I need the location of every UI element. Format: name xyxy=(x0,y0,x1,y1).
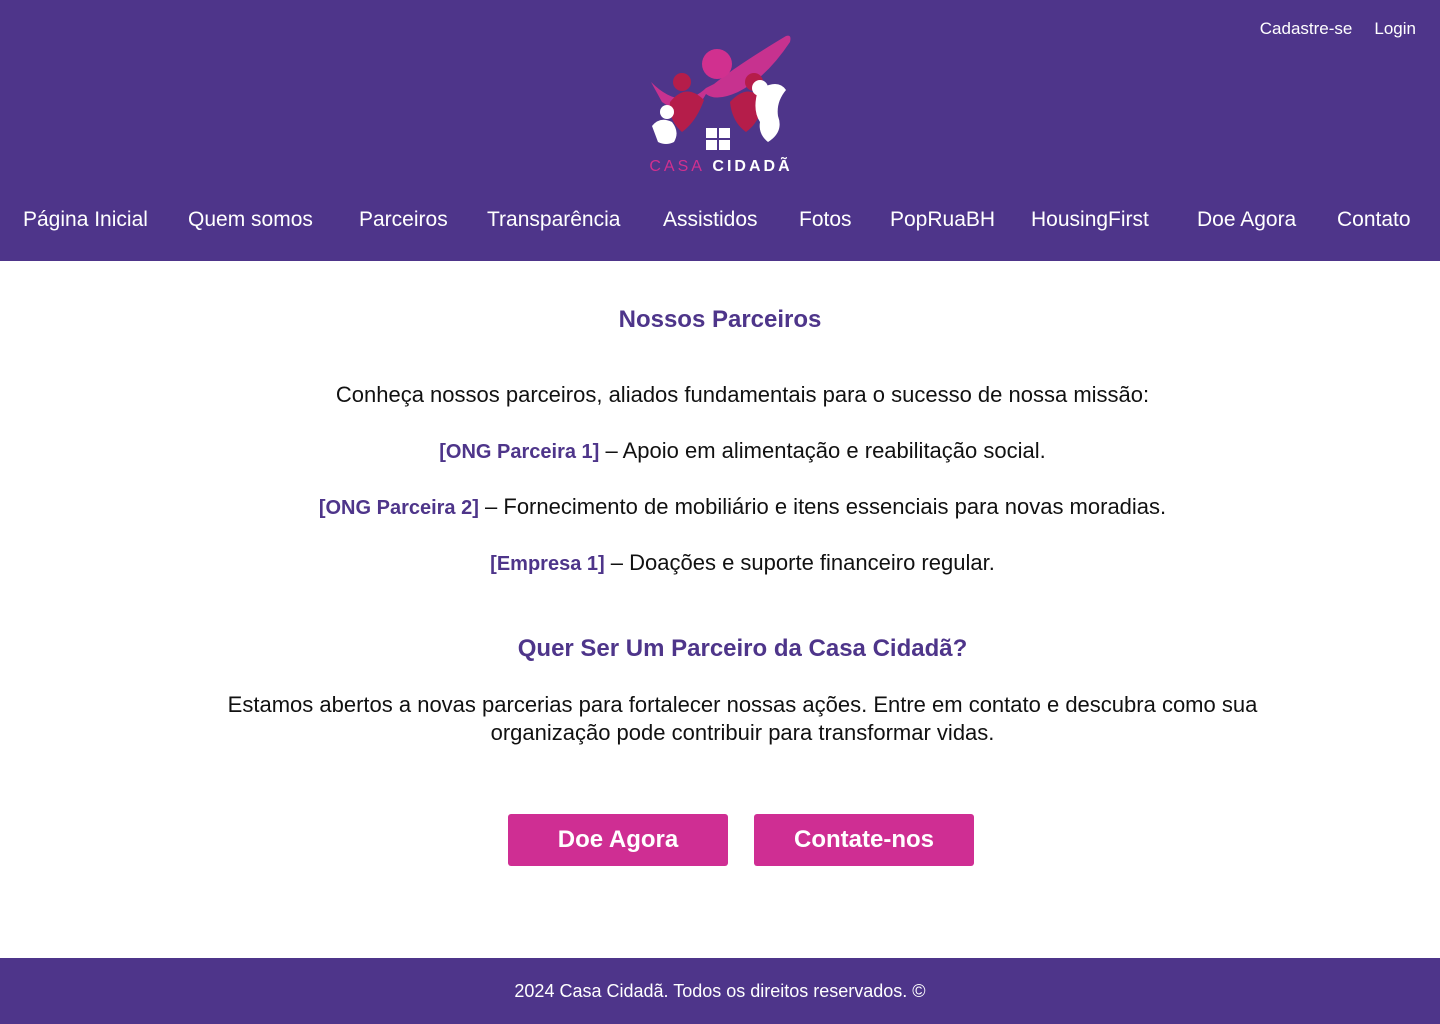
nav-transparencia[interactable]: Transparência xyxy=(487,208,620,232)
nav-poprua-bh[interactable]: PopRuaBH xyxy=(890,208,995,232)
logo-word-casa: CASA xyxy=(649,158,705,175)
partners-intro: Conheça nossos parceiros, aliados fundam… xyxy=(335,382,1150,407)
partnership-cta-text: Estamos abertos a novas parcerias para f… xyxy=(227,692,1258,745)
partner-name: [Empresa 1] xyxy=(490,553,605,575)
partner-description: – Apoio em alimentação e reabilitação so… xyxy=(605,438,1046,463)
nav-fotos[interactable]: Fotos xyxy=(799,208,852,232)
login-link[interactable]: Login xyxy=(1374,19,1416,39)
nav-quem-somos[interactable]: Quem somos xyxy=(188,208,313,232)
partner-description: – Fornecimento de mobiliário e itens ess… xyxy=(485,494,1167,519)
copyright-text: 2024 Casa Cidadã. Todos os direitos rese… xyxy=(514,980,926,1001)
nav-doe-agora[interactable]: Doe Agora xyxy=(1197,208,1296,232)
partner-name: [ONG Parceira 1] xyxy=(439,441,600,463)
casa-cidada-logo[interactable]: CASA CIDADÃ xyxy=(636,30,806,180)
main-nav: Página Inicial Quem somos Parceiros Tran… xyxy=(0,208,1440,236)
signup-link[interactable]: Cadastre-se xyxy=(1260,19,1353,39)
partner-item: [ONG Parceira 2] – Fornecimento de mobil… xyxy=(0,494,1440,520)
partnership-cta-title: Quer Ser Um Parceiro da Casa Cidadã? xyxy=(517,635,968,662)
logo-word-cidada: CIDADÃ xyxy=(712,158,793,175)
partner-item: [ONG Parceira 1] – Apoio em alimentação … xyxy=(0,438,1440,464)
nav-pagina-inicial[interactable]: Página Inicial xyxy=(23,208,148,232)
site-header: Cadastre-se Login CASA CIDADÃ Página Ini… xyxy=(0,0,1440,261)
donate-button[interactable]: Doe Agora xyxy=(508,814,728,866)
nav-assistidos[interactable]: Assistidos xyxy=(663,208,758,232)
page-title: Nossos Parceiros xyxy=(618,306,822,333)
nav-housing-first[interactable]: HousingFirst xyxy=(1031,208,1149,232)
nav-contato[interactable]: Contato xyxy=(1337,208,1411,232)
contact-button[interactable]: Contate-nos xyxy=(754,814,974,866)
site-footer: 2024 Casa Cidadã. Todos os direitos rese… xyxy=(0,958,1440,1024)
nav-parceiros[interactable]: Parceiros xyxy=(359,208,448,232)
partner-name: [ONG Parceira 2] xyxy=(318,497,479,519)
auth-links: Cadastre-se Login xyxy=(1260,19,1416,39)
logo-wordmark: CASA CIDADÃ xyxy=(636,158,806,176)
main-content: Nossos Parceiros Conheça nossos parceiro… xyxy=(0,261,1440,958)
partner-description: – Doações e suporte financeiro regular. xyxy=(610,550,995,575)
partner-item: [Empresa 1] – Doações e suporte financei… xyxy=(0,550,1440,576)
logo-emblem-icon xyxy=(651,35,791,150)
